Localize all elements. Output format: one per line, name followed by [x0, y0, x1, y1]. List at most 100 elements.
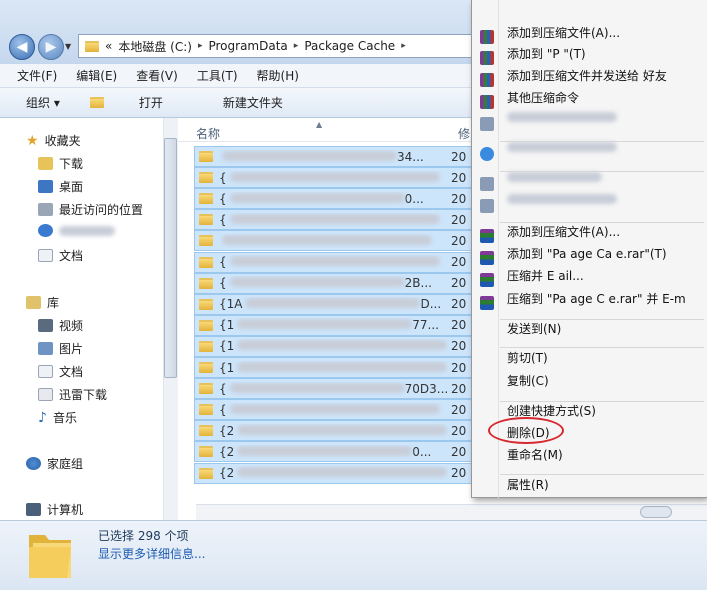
breadcrumb-drive[interactable]: 本地磁盘 (C:)	[118, 38, 192, 55]
menu-edit[interactable]: 编辑(E)	[76, 67, 117, 84]
chevron-right-icon[interactable]: ▸	[294, 41, 299, 51]
context-menu-item[interactable]	[507, 111, 617, 125]
file-row[interactable]: {20	[194, 167, 472, 189]
navigation-scrollbar-thumb[interactable]	[164, 138, 177, 378]
organize-button[interactable]: 组织 ▾	[26, 94, 60, 111]
forward-arrow-icon[interactable]: ▶	[38, 34, 64, 60]
context-menu-item[interactable]: 属性(R)	[507, 476, 549, 493]
context-menu-item[interactable]: 复制(C)	[507, 372, 549, 389]
context-menu-item[interactable]: 其他压缩命令	[507, 89, 579, 106]
folder-icon	[199, 425, 213, 437]
file-name: {	[219, 255, 451, 269]
sidebar-item-downloads[interactable]: 下载	[38, 155, 83, 172]
file-name-visible: {1	[219, 318, 235, 333]
sidebar-libraries[interactable]: 库	[26, 294, 59, 311]
menu-separator	[500, 319, 704, 320]
sidebar-computer[interactable]: 计算机	[26, 501, 83, 518]
folder-icon	[199, 298, 213, 310]
menu-file[interactable]: 文件(F)	[17, 67, 57, 84]
context-menu-item[interactable]	[507, 193, 617, 207]
sidebar-item-blurred[interactable]	[38, 224, 115, 237]
breadcrumb-overflow[interactable]: «	[105, 39, 112, 53]
file-name: {1 77...	[219, 318, 451, 332]
open-button[interactable]: 打开	[89, 94, 193, 111]
blurred-text	[229, 213, 440, 224]
file-row[interactable]: {0... 20	[194, 188, 472, 210]
context-menu-item[interactable]: 添加到压缩文件(A)...	[507, 24, 620, 41]
blurred-text	[229, 277, 405, 288]
file-name-visible: {	[219, 255, 227, 269]
blurred-text	[229, 403, 440, 414]
recent-pages-dropdown-icon[interactable]: ▼	[65, 42, 71, 51]
more-details-link[interactable]: 显示更多详细信息...	[98, 545, 205, 562]
file-name: {1A D...	[219, 297, 451, 311]
file-row[interactable]: {1 20	[194, 335, 472, 357]
context-menu-item[interactable]: 重命名(M)	[507, 446, 563, 463]
sidebar-item-videos[interactable]: 视频	[38, 317, 83, 334]
file-row[interactable]: {2 20	[194, 462, 472, 484]
context-menu-item[interactable]: 发送到(N)	[507, 320, 561, 337]
context-menu-item[interactable]: 剪切(T)	[507, 349, 548, 366]
sidebar-item-documents[interactable]: 文档	[38, 247, 83, 264]
file-row[interactable]: {1 20	[194, 357, 472, 378]
file-row[interactable]: {70D3... 20	[194, 378, 472, 400]
library-icon	[26, 296, 41, 309]
blurred-text	[237, 445, 413, 456]
context-menu-item[interactable]: 压缩并 E ail...	[507, 267, 584, 284]
menu-tools[interactable]: 工具(T)	[197, 67, 238, 84]
file-row[interactable]: {20	[194, 399, 472, 421]
file-row[interactable]: 20	[194, 230, 472, 252]
sidebar-homegroup[interactable]: 家庭组	[26, 455, 83, 472]
folder-icon	[199, 404, 213, 416]
sidebar-item-pictures[interactable]: 图片	[38, 340, 83, 357]
sidebar-item-lib-documents[interactable]: 文档	[38, 363, 83, 380]
file-name-visible: {1A	[219, 297, 243, 312]
context-menu-item[interactable]: 添加到压缩文件并发送给 好友	[507, 67, 667, 84]
context-menu-item[interactable]: 压缩到 "Pa age C e.rar" 并 E-m	[507, 290, 686, 307]
column-name[interactable]: 名称	[196, 125, 220, 142]
sidebar-favorites[interactable]: ★ 收藏夹	[26, 132, 81, 149]
sidebar-homegroup-label: 家庭组	[47, 457, 84, 471]
blurred-text	[507, 142, 617, 152]
chevron-right-icon[interactable]: ▸	[198, 41, 203, 51]
file-row[interactable]: {2 20	[194, 420, 472, 442]
breadcrumb[interactable]: « 本地磁盘 (C:) ▸ ProgramData ▸ Package Cach…	[78, 34, 478, 58]
file-row[interactable]: {1 77... 20	[194, 314, 472, 336]
file-modified: 20	[451, 318, 467, 333]
file-name: {70D3...	[219, 382, 451, 396]
file-name-visible: {	[219, 191, 227, 206]
download-folder-icon	[38, 388, 53, 401]
sidebar-item-xunlei[interactable]: 迅雷下载	[38, 386, 107, 403]
menu-view[interactable]: 查看(V)	[136, 67, 178, 84]
chevron-right-icon[interactable]: ▸	[401, 41, 406, 51]
breadcrumb-package-cache[interactable]: Package Cache	[304, 39, 395, 53]
file-row[interactable]: 34... 20	[194, 146, 472, 167]
file-modified: 20	[451, 212, 467, 227]
menu-help[interactable]: 帮助(H)	[257, 67, 299, 84]
sidebar-item-music[interactable]: ♪ 音乐	[38, 409, 77, 426]
back-arrow-icon[interactable]: ◀	[9, 34, 35, 60]
sidebar-item-label: 图片	[59, 342, 84, 356]
blurred-text	[237, 424, 448, 435]
file-row[interactable]: {2 0... 20	[194, 441, 472, 463]
file-row[interactable]: {1A D... 20	[194, 293, 472, 315]
context-menu-item[interactable]	[507, 141, 617, 155]
sidebar-item-recent[interactable]: 最近访问的位置	[38, 201, 143, 218]
app-icon	[480, 117, 494, 131]
context-menu-item[interactable]: 添加到 "Pa age Ca e.rar"(T)	[507, 245, 667, 262]
file-row[interactable]: {20	[194, 209, 472, 231]
horizontal-scrollbar-thumb[interactable]	[640, 506, 672, 518]
highlight-circle	[488, 417, 564, 444]
new-folder-button[interactable]: 新建文件夹	[223, 94, 283, 111]
file-modified: 20	[451, 339, 467, 354]
file-row[interactable]: {20	[194, 251, 472, 273]
context-menu-item[interactable]: 添加到压缩文件(A)...	[507, 223, 620, 240]
horizontal-scrollbar[interactable]	[196, 504, 707, 520]
sidebar-item-desktop[interactable]: 桌面	[38, 178, 83, 195]
file-row[interactable]: {2B... 20	[194, 272, 472, 294]
breadcrumb-programdata[interactable]: ProgramData	[208, 39, 287, 53]
column-modified[interactable]: 修	[458, 125, 470, 142]
context-menu-item[interactable]	[507, 171, 602, 185]
context-menu-item[interactable]: 添加到 "P "(T)	[507, 45, 586, 62]
blurred-text	[245, 298, 421, 309]
